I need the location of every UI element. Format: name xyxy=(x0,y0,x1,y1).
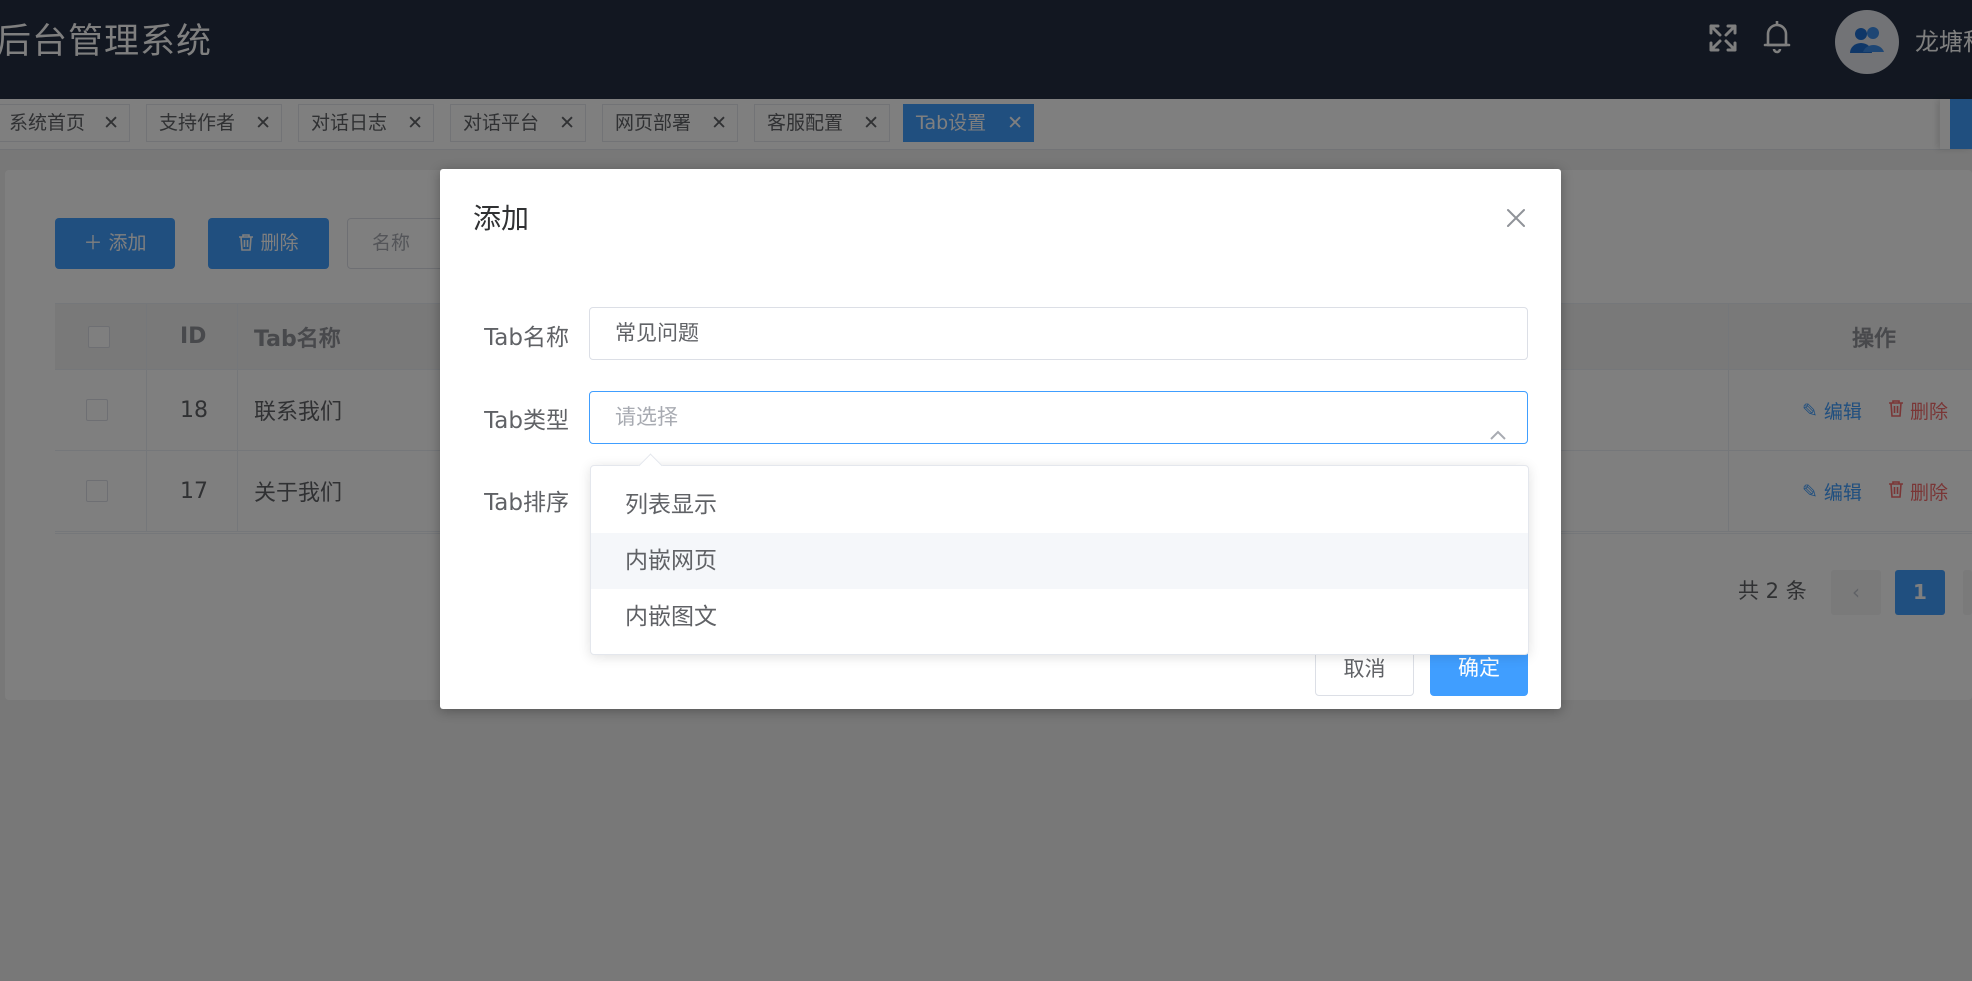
chevron-up-icon xyxy=(1489,410,1507,440)
dropdown-option-embedded-web[interactable]: 内嵌网页 xyxy=(591,533,1528,589)
dialog-title: 添加 xyxy=(473,202,530,235)
close-icon[interactable] xyxy=(1503,205,1529,231)
tab-type-placeholder: 请选择 xyxy=(615,405,678,429)
tab-type-select[interactable]: 请选择 xyxy=(589,391,1528,444)
tab-name-label: Tab名称 xyxy=(484,325,569,351)
dropdown-option-list[interactable]: 列表显示 xyxy=(591,477,1528,533)
dropdown-option-embedded-article[interactable]: 内嵌图文 xyxy=(591,589,1528,645)
tab-order-label: Tab排序 xyxy=(484,490,569,516)
tab-name-input[interactable]: 常见问题 xyxy=(589,307,1528,360)
tab-type-label: Tab类型 xyxy=(484,408,569,434)
tab-type-dropdown: 列表显示 内嵌网页 内嵌图文 xyxy=(590,465,1529,655)
